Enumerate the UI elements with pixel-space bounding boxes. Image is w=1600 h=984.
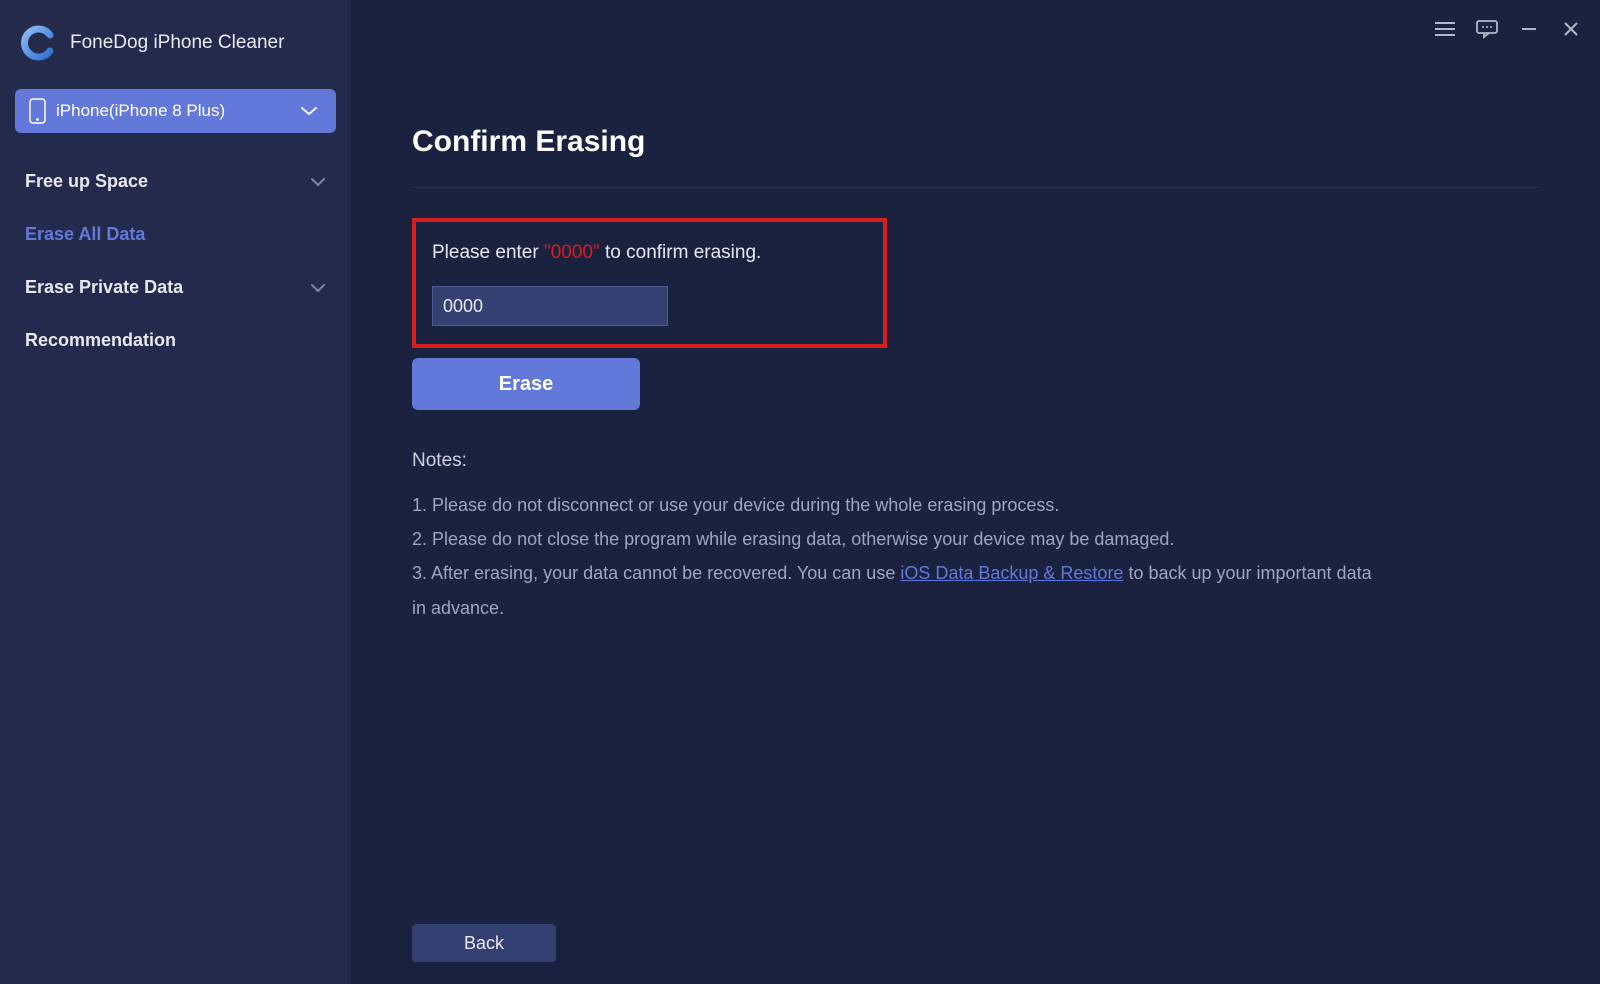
minimize-icon: [1520, 20, 1538, 38]
chevron-down-icon: [300, 105, 318, 117]
sidebar-item-label: Erase Private Data: [25, 277, 310, 298]
phone-icon: [29, 98, 46, 124]
logo-row: FoneDog iPhone Cleaner: [15, 15, 336, 89]
confirm-prefix: Please enter: [432, 242, 544, 263]
minimize-button[interactable]: [1512, 14, 1546, 44]
note-2: 2. Please do not close the program while…: [412, 522, 1372, 556]
confirm-code-input[interactable]: [432, 286, 668, 326]
erase-button[interactable]: Erase: [412, 358, 640, 410]
sidebar-item-free-up-space[interactable]: Free up Space: [15, 155, 336, 208]
close-button[interactable]: [1554, 14, 1588, 44]
chevron-down-icon: [310, 177, 326, 187]
ios-backup-restore-link[interactable]: iOS Data Backup & Restore: [900, 563, 1123, 583]
confirm-text: Please enter "0000" to confirm erasing.: [432, 242, 867, 264]
sidebar-item-erase-all-data[interactable]: Erase All Data: [15, 208, 336, 261]
sidebar-item-label: Recommendation: [25, 330, 326, 351]
app-logo-icon: [20, 25, 56, 61]
note-1: 1. Please do not disconnect or use your …: [412, 488, 1372, 522]
menu-icon: [1434, 20, 1456, 38]
sidebar-item-label: Erase All Data: [25, 224, 326, 245]
confirm-code: "0000": [544, 242, 600, 263]
menu-button[interactable]: [1428, 14, 1462, 44]
confirm-highlight-box: Please enter "0000" to confirm erasing.: [412, 218, 887, 348]
note-3-part-a: 3. After erasing, your data cannot be re…: [412, 563, 900, 583]
device-select[interactable]: iPhone(iPhone 8 Plus): [15, 89, 336, 133]
page-title: Confirm Erasing: [412, 125, 1540, 159]
sidebar-item-recommendation[interactable]: Recommendation: [15, 314, 336, 367]
divider: [412, 187, 1540, 188]
note-3: 3. After erasing, your data cannot be re…: [412, 556, 1372, 624]
back-button[interactable]: Back: [412, 924, 556, 962]
sidebar: FoneDog iPhone Cleaner iPhone(iPhone 8 P…: [0, 0, 352, 984]
feedback-button[interactable]: [1470, 14, 1504, 44]
notes-title: Notes:: [412, 450, 1540, 472]
chevron-down-icon: [310, 283, 326, 293]
device-label: iPhone(iPhone 8 Plus): [56, 101, 300, 121]
app-window: FoneDog iPhone Cleaner iPhone(iPhone 8 P…: [0, 0, 1600, 984]
notes-block: Notes: 1. Please do not disconnect or us…: [412, 450, 1540, 625]
titlebar-controls: [1428, 14, 1588, 44]
sidebar-item-label: Free up Space: [25, 171, 310, 192]
main-panel: Confirm Erasing Please enter "0000" to c…: [352, 0, 1600, 984]
app-title: FoneDog iPhone Cleaner: [70, 32, 284, 54]
chat-icon: [1475, 19, 1499, 39]
sidebar-item-erase-private-data[interactable]: Erase Private Data: [15, 261, 336, 314]
close-icon: [1562, 20, 1580, 38]
confirm-suffix: to confirm erasing.: [600, 242, 762, 263]
